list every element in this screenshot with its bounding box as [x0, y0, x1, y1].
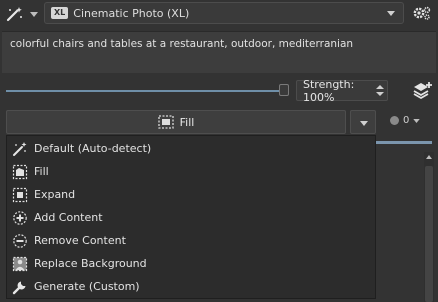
fill-icon: [12, 164, 28, 180]
menu-item-label: Remove Content: [34, 234, 126, 247]
fill-icon: [157, 115, 174, 129]
strength-slider[interactable]: [6, 90, 280, 92]
menu-item-expand[interactable]: Expand: [7, 183, 375, 206]
queue-count: 0: [403, 115, 410, 126]
workspace-mode-button[interactable]: [6, 4, 40, 24]
queue-status-dot: [390, 116, 399, 125]
expand-icon: [12, 187, 28, 203]
scrollbar-thumb[interactable]: [425, 166, 433, 302]
prompt-input[interactable]: colorful chairs and tables at a restaura…: [2, 31, 436, 73]
menu-item-default[interactable]: Default (Auto-detect): [7, 137, 375, 160]
spin-arrows-icon[interactable]: [376, 84, 384, 97]
menu-item-label: Add Content: [34, 211, 103, 224]
add-content-icon: [12, 210, 28, 226]
style-name: Cinematic Photo (XL): [73, 6, 190, 20]
strength-spinbox[interactable]: Strength: 100%: [296, 77, 388, 104]
menu-item-replace-background[interactable]: Replace Background: [7, 252, 375, 275]
settings-button[interactable]: [412, 4, 432, 22]
generate-custom-icon: [12, 279, 28, 295]
generate-button-label: Fill: [179, 115, 195, 129]
chevron-down-icon: [413, 118, 421, 123]
menu-item-generate-custom[interactable]: Generate (Custom): [7, 275, 375, 298]
layers-add-icon: [412, 80, 434, 100]
scroll-up-arrow-icon[interactable]: [424, 152, 434, 162]
strength-slider-handle[interactable]: [279, 84, 289, 96]
style-select[interactable]: XL Cinematic Photo (XL): [44, 2, 404, 24]
generate-mode-menu: Default (Auto-detect) Fill Expand Add Co…: [6, 135, 376, 299]
prompt-text: colorful chairs and tables at a restaura…: [10, 38, 354, 50]
style-badge: XL: [51, 7, 69, 19]
chevron-down-icon: [387, 11, 395, 16]
queue-indicator[interactable]: 0: [390, 115, 421, 126]
menu-item-remove-content[interactable]: Remove Content: [7, 229, 375, 252]
magic-wand-icon: [12, 141, 28, 157]
menu-item-fill[interactable]: Fill: [7, 160, 375, 183]
remove-content-icon: [12, 233, 28, 249]
generate-button[interactable]: Fill: [6, 110, 346, 134]
control-layers-button[interactable]: [412, 80, 434, 100]
menu-item-add-content[interactable]: Add Content: [7, 206, 375, 229]
chevron-down-icon: [360, 121, 368, 126]
history-progress-bar: [376, 141, 432, 144]
menu-item-label: Fill: [34, 165, 49, 178]
menu-item-label: Replace Background: [34, 257, 147, 270]
chevron-down-icon: [30, 11, 38, 17]
menu-item-label: Default (Auto-detect): [34, 142, 152, 155]
magic-wand-icon: [6, 6, 24, 22]
gear-icon: [412, 4, 432, 22]
strength-label: Strength: 100%: [303, 77, 355, 104]
menu-item-label: Expand: [34, 188, 76, 201]
generate-mode-dropdown[interactable]: [350, 110, 376, 134]
menu-item-label: Generate (Custom): [34, 280, 140, 293]
replace-background-icon: [12, 256, 28, 272]
